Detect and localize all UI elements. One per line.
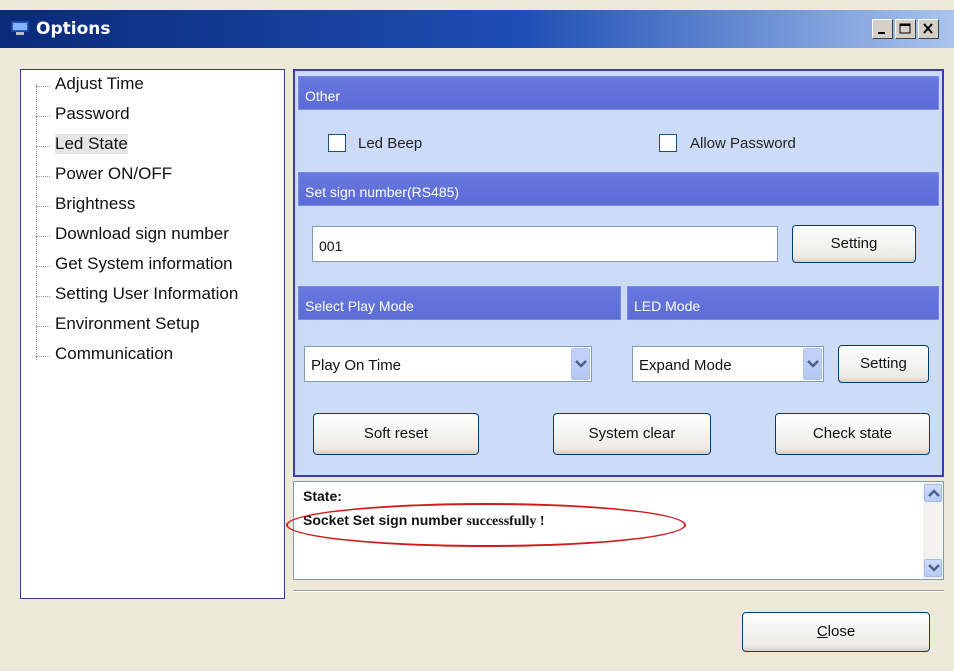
title-bar[interactable]: Options [0, 10, 954, 48]
tree-item-communication[interactable]: Communication [21, 342, 283, 370]
tree-item-adjust-time[interactable]: Adjust Time [21, 72, 283, 100]
chevron-down-icon [807, 360, 819, 368]
maximize-icon [899, 23, 911, 34]
allow-password-label: Allow Password [690, 135, 796, 152]
tree-item-label: Download sign number [55, 224, 229, 243]
soft-reset-button[interactable]: Soft reset [313, 413, 479, 455]
led-mode-value: Expand Mode [639, 357, 732, 374]
led-mode-dropdown-button[interactable] [803, 348, 822, 380]
led-beep-label: Led Beep [358, 135, 423, 152]
options-tree[interactable]: Adjust Time Password Led State Power ON/… [20, 69, 285, 599]
check-state-button[interactable]: Check state [775, 413, 930, 455]
maximize-button[interactable] [895, 19, 916, 39]
led-mode-header: LED Mode [627, 286, 939, 320]
tree-item-download-sign-number[interactable]: Download sign number [21, 222, 283, 250]
tree-item-setting-user-information[interactable]: Setting User Information [21, 282, 283, 310]
tree-item-label: Power ON/OFF [55, 164, 173, 183]
scroll-up-button[interactable] [924, 484, 942, 502]
scroll-down-button[interactable] [924, 559, 942, 577]
highlight-ellipse-annotation [286, 503, 686, 547]
tree-item-label: Led State [55, 134, 128, 154]
tree-item-label: Environment Setup [55, 314, 200, 333]
allow-password-checkbox[interactable] [659, 134, 677, 152]
close-window-button[interactable] [918, 19, 939, 39]
tree-item-label: Password [55, 104, 130, 123]
tree-item-label: Communication [55, 344, 174, 363]
other-header: Other [298, 76, 939, 110]
state-scrollbar[interactable] [923, 482, 943, 579]
tree-item-label: Setting User Information [55, 284, 239, 303]
sign-number-setting-button[interactable]: Setting [792, 225, 916, 263]
play-mode-value: Play On Time [311, 357, 402, 374]
close-button-label: Close [816, 623, 856, 640]
close-icon [923, 23, 933, 34]
minimize-button[interactable] [872, 19, 893, 39]
led-state-panel: Other Led Beep Allow Password Set sign n… [293, 69, 944, 477]
led-beep-checkbox[interactable] [328, 134, 346, 152]
chevron-down-icon [575, 360, 587, 368]
play-mode-dropdown-button[interactable] [571, 348, 590, 380]
chevron-down-icon [928, 564, 940, 572]
sign-number-input[interactable]: 001 [312, 226, 778, 262]
tree-item-brightness[interactable]: Brightness [21, 192, 283, 220]
tree-item-password[interactable]: Password [21, 102, 283, 130]
minimize-icon [878, 32, 885, 34]
system-clear-button[interactable]: System clear [553, 413, 711, 455]
led-mode-setting-button[interactable]: Setting [838, 345, 929, 383]
led-mode-select[interactable]: Expand Mode [632, 346, 824, 382]
chevron-up-icon [928, 489, 940, 497]
sign-number-header: Set sign number(RS485) [298, 172, 939, 206]
footer-separator [293, 590, 944, 592]
tree-item-get-system-information[interactable]: Get System information [21, 252, 283, 280]
close-button[interactable]: Close [742, 612, 930, 652]
tree-item-power-on-off[interactable]: Power ON/OFF [21, 162, 283, 190]
tree-item-label: Adjust Time [55, 74, 144, 93]
tree-item-environment-setup[interactable]: Environment Setup [21, 312, 283, 340]
tree-item-label: Get System information [55, 254, 233, 273]
play-mode-header: Select Play Mode [298, 286, 621, 320]
play-mode-select[interactable]: Play On Time [304, 346, 592, 382]
tree-item-led-state[interactable]: Led State [21, 132, 283, 160]
options-window: Options Adjust Time Password Led State P… [0, 0, 954, 671]
computer-icon [10, 20, 30, 35]
state-title: State: [303, 488, 342, 504]
window-title: Options [36, 19, 111, 39]
tree-item-label: Brightness [55, 194, 136, 213]
